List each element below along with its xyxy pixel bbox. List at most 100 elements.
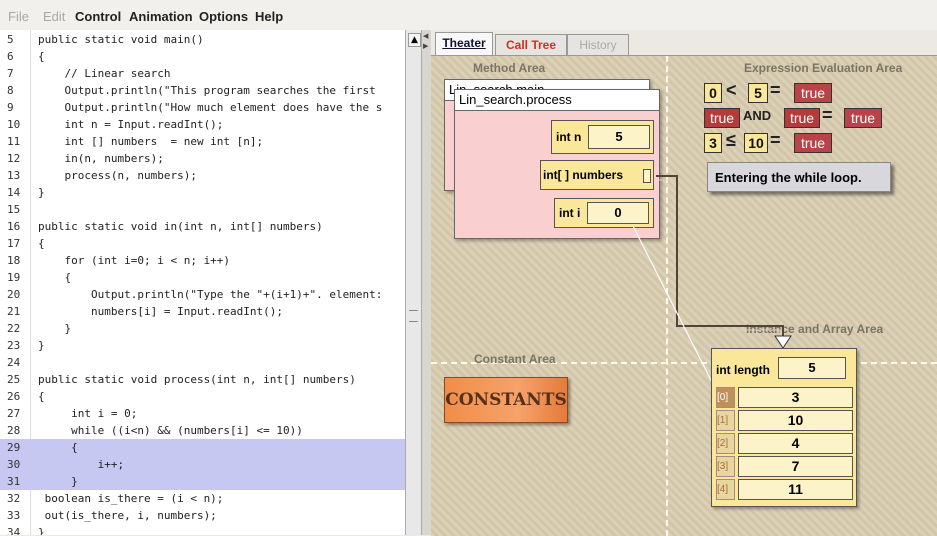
code-line[interactable]: 21 numbers[i] = Input.readInt(); [0, 303, 405, 320]
line-number: 22 [7, 322, 21, 335]
code-line[interactable]: 23} [0, 337, 405, 354]
code-line[interactable]: 29 { [0, 439, 405, 456]
code-line[interactable]: 32 boolean is_there = (i < n); [0, 490, 405, 507]
code-text: { [38, 441, 78, 454]
code-line[interactable]: 17 { [0, 235, 405, 252]
collapse-left-icon[interactable]: ◀ [423, 32, 428, 40]
line-number: 8 [7, 84, 14, 97]
line-number: 16 [7, 220, 21, 233]
code-line[interactable]: 22 } [0, 320, 405, 337]
array-numbers[interactable]: int length 5 [0] 3 [1] 10 [2] 4 [3] 7 [4… [711, 348, 857, 507]
code-text: public static void in(int n, int[] numbe… [38, 220, 323, 233]
line-number: 6 [7, 50, 14, 63]
line-number: 28 [7, 424, 21, 437]
code-line[interactable]: 15 [0, 201, 405, 218]
code-line[interactable]: 13 process(n, numbers); [0, 167, 405, 184]
array-cell: [0] 3 [714, 387, 854, 408]
line-number: 34 [7, 526, 21, 535]
code-line[interactable]: 31 } [0, 473, 405, 490]
tab-call-tree-label: Call Tree [505, 38, 557, 52]
line-number: 30 [7, 458, 21, 471]
code-text: { [38, 271, 72, 284]
tab-history[interactable]: History [567, 34, 629, 55]
code-text: boolean is_there = (i < n); [38, 492, 224, 505]
line-number: 20 [7, 288, 21, 301]
tab-call-tree[interactable]: Call Tree [495, 34, 567, 55]
code-text: { [38, 390, 45, 403]
tab-theater-label: Theater [442, 36, 486, 50]
menu-file[interactable]: File [8, 9, 29, 24]
view-tabs: Theater Call Tree History [431, 30, 937, 56]
array-index: [4] [716, 479, 735, 500]
code-line[interactable]: 28 while ((i<n) && (numbers[i] <= 10)) [0, 422, 405, 439]
code-line[interactable]: 6{ [0, 48, 405, 65]
array-index: [1] [716, 410, 735, 431]
scroll-grip-icon[interactable] [409, 310, 418, 322]
code-line[interactable]: 18 for (int i=0; i < n; i++) [0, 252, 405, 269]
line-number: 21 [7, 305, 21, 318]
tab-history-label: History [579, 38, 617, 52]
code-text: out(is_there, i, numbers); [38, 509, 217, 522]
code-text: } [38, 322, 72, 335]
line-number: 7 [7, 67, 14, 80]
code-line[interactable]: 20 Output.println("Type the "+(i+1)+". e… [0, 286, 405, 303]
collapse-right-icon[interactable]: ▶ [423, 42, 428, 50]
code-line[interactable]: 34} [0, 524, 405, 535]
line-number: 17 [7, 237, 21, 250]
code-line[interactable]: 5 public static void main() [0, 31, 405, 48]
line-number: 24 [7, 356, 21, 369]
line-number: 10 [7, 118, 21, 131]
array-length-value: 5 [778, 357, 846, 379]
array-index: [3] [716, 456, 735, 477]
scroll-up-arrow-icon[interactable]: ▲ [408, 33, 421, 47]
line-number: 18 [7, 254, 21, 267]
theater-canvas: Method Area Expression Evaluation Area C… [431, 55, 937, 536]
code-text: public static void process(int n, int[] … [38, 373, 356, 386]
code-line[interactable]: 8 Output.println("This program searches … [0, 82, 405, 99]
code-text: } [38, 339, 45, 352]
menu-bar: File Edit Control Animation Options Help [0, 0, 937, 30]
code-text: numbers[i] = Input.readInt(); [38, 305, 284, 318]
code-editor[interactable]: 5 public static void main() 6{7 // Linear … [0, 30, 406, 535]
code-text: int i = 0; [38, 407, 138, 420]
line-number: 31 [7, 475, 21, 488]
code-line[interactable]: 24 [0, 354, 405, 371]
index-pointer-line [632, 225, 719, 395]
line-number: 23 [7, 339, 21, 352]
code-line[interactable]: 26 { [0, 388, 405, 405]
menu-help[interactable]: Help [255, 9, 283, 24]
array-cell: [1] 10 [714, 410, 854, 431]
array-index: [0] [716, 387, 735, 408]
code-line[interactable]: 7 // Linear search [0, 65, 405, 82]
code-line[interactable]: 16 public static void in(int n, int[] num… [0, 218, 405, 235]
code-text: int n = Input.readInt(); [38, 118, 224, 131]
code-line[interactable]: 12 in(n, numbers); [0, 150, 405, 167]
code-text: for (int i=0; i < n; i++) [38, 254, 231, 267]
code-text: Output.println("Type the "+(i+1)+". elem… [38, 288, 383, 301]
tab-theater[interactable]: Theater [435, 32, 493, 56]
menu-edit[interactable]: Edit [43, 9, 65, 24]
array-value: 3 [738, 387, 853, 408]
code-text: // Linear search [38, 67, 171, 80]
code-line[interactable]: 10 int n = Input.readInt(); [0, 116, 405, 133]
code-text: int [] numbers = new int [n]; [38, 135, 264, 148]
menu-options[interactable]: Options [199, 9, 248, 24]
menu-animation[interactable]: Animation [129, 9, 193, 24]
code-line[interactable]: 9 Output.println("How much element does … [0, 99, 405, 116]
menu-control[interactable]: Control [75, 9, 121, 24]
code-line[interactable]: 25 public static void process(int n, int[… [0, 371, 405, 388]
code-text: { [38, 237, 45, 250]
code-scrollbar[interactable]: ▲ [405, 30, 421, 535]
code-line[interactable]: 19 { [0, 269, 405, 286]
line-number: 25 [7, 373, 21, 386]
array-value: 10 [738, 410, 853, 431]
code-line[interactable]: 27 int i = 0; [0, 405, 405, 422]
array-index: [2] [716, 433, 735, 454]
line-number: 33 [7, 509, 21, 522]
code-line[interactable]: 14} [0, 184, 405, 201]
code-text: } [38, 475, 78, 488]
code-line[interactable]: 11 int [] numbers = new int [n]; [0, 133, 405, 150]
code-line[interactable]: 33 out(is_there, i, numbers); [0, 507, 405, 524]
array-value: 7 [738, 456, 853, 477]
code-line[interactable]: 30 i++; [0, 456, 405, 473]
